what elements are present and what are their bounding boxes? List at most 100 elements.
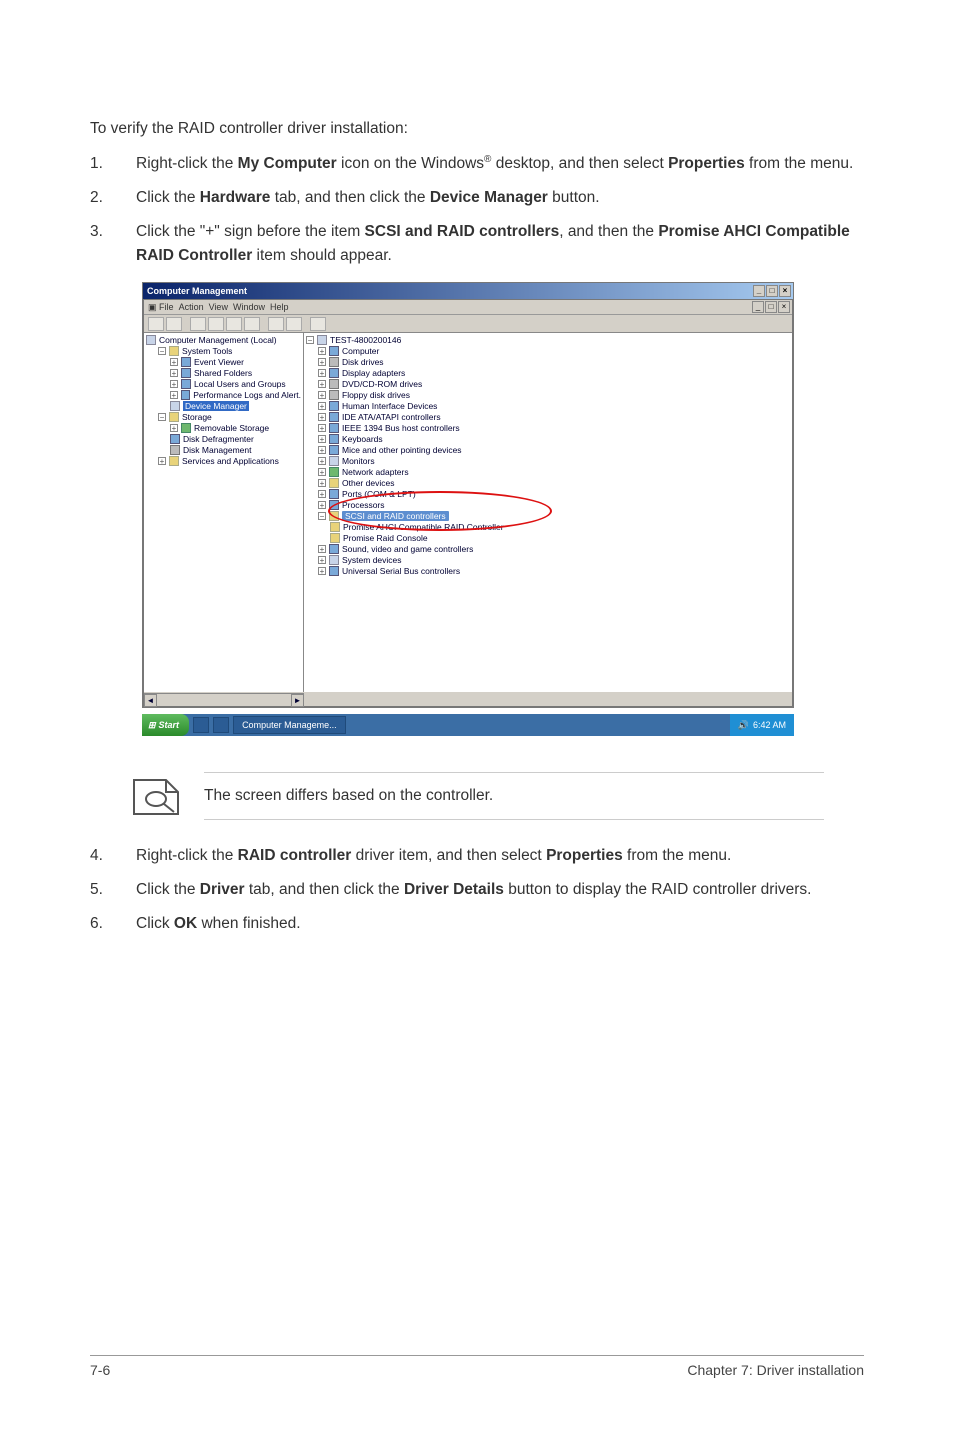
- expand-icon[interactable]: +: [318, 413, 326, 421]
- close-button[interactable]: ×: [779, 285, 791, 297]
- start-button[interactable]: ⊞Start: [142, 714, 189, 736]
- tree-label[interactable]: Event Viewer: [194, 357, 244, 367]
- expand-icon[interactable]: +: [318, 556, 326, 564]
- collapse-icon[interactable]: −: [318, 512, 326, 520]
- tree-label[interactable]: Storage: [182, 412, 212, 422]
- step-number: 6.: [90, 912, 108, 936]
- text: Right-click the: [136, 155, 238, 172]
- quick-launch-button[interactable]: [213, 717, 229, 733]
- tree-label[interactable]: System devices: [342, 555, 402, 565]
- tree-label[interactable]: System Tools: [182, 346, 232, 356]
- expand-icon[interactable]: +: [318, 391, 326, 399]
- expand-icon[interactable]: +: [170, 424, 178, 432]
- system-tray[interactable]: 🔊 6:42 AM: [730, 714, 794, 736]
- item-icon: [181, 379, 191, 389]
- expand-icon[interactable]: +: [318, 358, 326, 366]
- tree-label[interactable]: Ports (COM & LPT): [342, 489, 416, 499]
- tree-label[interactable]: Monitors: [342, 456, 375, 466]
- expand-icon[interactable]: +: [318, 435, 326, 443]
- expand-icon[interactable]: +: [170, 369, 178, 377]
- inner-close-button[interactable]: ×: [778, 301, 790, 313]
- expand-icon[interactable]: +: [318, 490, 326, 498]
- inner-maximize-button[interactable]: □: [765, 301, 777, 313]
- tree-label[interactable]: Services and Applications: [182, 456, 279, 466]
- tree-label[interactable]: Universal Serial Bus controllers: [342, 566, 460, 576]
- tree-label[interactable]: Disk drives: [342, 357, 384, 367]
- tree-label[interactable]: Local Users and Groups: [194, 379, 286, 389]
- toolbar-button[interactable]: [190, 317, 206, 331]
- expand-icon[interactable]: +: [158, 457, 166, 465]
- toolbar-button[interactable]: [310, 317, 326, 331]
- tree-label[interactable]: Shared Folders: [194, 368, 252, 378]
- tree-label[interactable]: Disk Defragmenter: [183, 434, 254, 444]
- quick-launch-button[interactable]: [193, 717, 209, 733]
- expand-icon[interactable]: +: [170, 391, 178, 399]
- tree-label[interactable]: Mice and other pointing devices: [342, 445, 462, 455]
- tree-label-scsi-selected[interactable]: SCSI and RAID controllers: [342, 511, 449, 521]
- menu-view[interactable]: View: [209, 302, 228, 312]
- collapse-icon[interactable]: −: [306, 336, 314, 344]
- toolbar-forward-button[interactable]: [166, 317, 182, 331]
- tree-label[interactable]: Computer Management (Local): [159, 335, 277, 345]
- tree-label[interactable]: Promise AHCI Compatible RAID Controller: [343, 522, 504, 532]
- expand-icon[interactable]: +: [318, 457, 326, 465]
- collapse-icon[interactable]: −: [158, 347, 166, 355]
- expand-icon[interactable]: +: [318, 446, 326, 454]
- expand-icon[interactable]: +: [170, 380, 178, 388]
- taskbar-task[interactable]: Computer Manageme...: [233, 716, 346, 734]
- tray-icon[interactable]: 🔊: [738, 720, 749, 731]
- tree-label[interactable]: Display adapters: [342, 368, 405, 378]
- tree-label[interactable]: DVD/CD-ROM drives: [342, 379, 422, 389]
- toolbar-button[interactable]: [226, 317, 242, 331]
- expand-icon[interactable]: +: [318, 424, 326, 432]
- device-manager-icon: [170, 401, 180, 411]
- maximize-button[interactable]: □: [766, 285, 778, 297]
- menu-file[interactable]: File: [159, 302, 174, 312]
- tree-label[interactable]: Sound, video and game controllers: [342, 544, 473, 554]
- tree-label[interactable]: Floppy disk drives: [342, 390, 410, 400]
- tree-label[interactable]: Disk Management: [183, 445, 252, 455]
- tree-label[interactable]: Promise Raid Console: [343, 533, 428, 543]
- expand-icon[interactable]: +: [318, 369, 326, 377]
- titlebar[interactable]: Computer Management _ □ ×: [143, 283, 793, 299]
- tree-label[interactable]: Performance Logs and Alert.: [193, 390, 301, 400]
- tree-label[interactable]: Processors: [342, 500, 385, 510]
- expand-icon[interactable]: +: [318, 479, 326, 487]
- minimize-button[interactable]: _: [753, 285, 765, 297]
- toolbar-button[interactable]: [268, 317, 284, 331]
- expand-icon[interactable]: +: [318, 402, 326, 410]
- expand-icon[interactable]: +: [318, 567, 326, 575]
- tree-label[interactable]: Other devices: [342, 478, 394, 488]
- expand-icon[interactable]: +: [318, 347, 326, 355]
- expand-icon[interactable]: +: [318, 501, 326, 509]
- inner-minimize-button[interactable]: _: [752, 301, 764, 313]
- tree-label[interactable]: Human Interface Devices: [342, 401, 437, 411]
- expand-icon[interactable]: +: [170, 358, 178, 366]
- left-tree[interactable]: Computer Management (Local) − System Tool…: [144, 333, 304, 692]
- menu-help[interactable]: Help: [270, 302, 289, 312]
- chapter-label: Chapter 7: Driver installation: [687, 1362, 864, 1378]
- menu-window[interactable]: Window: [233, 302, 265, 312]
- tree-label[interactable]: Keyboards: [342, 434, 383, 444]
- tree-label[interactable]: Network adapters: [342, 467, 409, 477]
- expand-icon[interactable]: +: [318, 380, 326, 388]
- text: Click: [136, 915, 174, 932]
- expand-icon[interactable]: +: [318, 468, 326, 476]
- bold-text: My Computer: [238, 155, 337, 172]
- tree-label[interactable]: IDE ATA/ATAPI controllers: [342, 412, 441, 422]
- tree-label[interactable]: TEST-4800200146: [330, 335, 401, 345]
- tree-label-selected[interactable]: Device Manager: [183, 401, 249, 411]
- right-tree[interactable]: −TEST-4800200146 +Computer +Disk drives …: [304, 333, 792, 692]
- toolbar-button[interactable]: [208, 317, 224, 331]
- toolbar-button[interactable]: [286, 317, 302, 331]
- expand-icon[interactable]: +: [318, 545, 326, 553]
- collapse-icon[interactable]: −: [158, 413, 166, 421]
- tree-label[interactable]: Removable Storage: [194, 423, 269, 433]
- toolbar-back-button[interactable]: [148, 317, 164, 331]
- tree-label[interactable]: IEEE 1394 Bus host controllers: [342, 423, 460, 433]
- menu-action[interactable]: Action: [179, 302, 204, 312]
- toolbar-button[interactable]: [244, 317, 260, 331]
- tree-label[interactable]: Computer: [342, 346, 379, 356]
- item-icon: [181, 368, 191, 378]
- clock: 6:42 AM: [753, 720, 786, 730]
